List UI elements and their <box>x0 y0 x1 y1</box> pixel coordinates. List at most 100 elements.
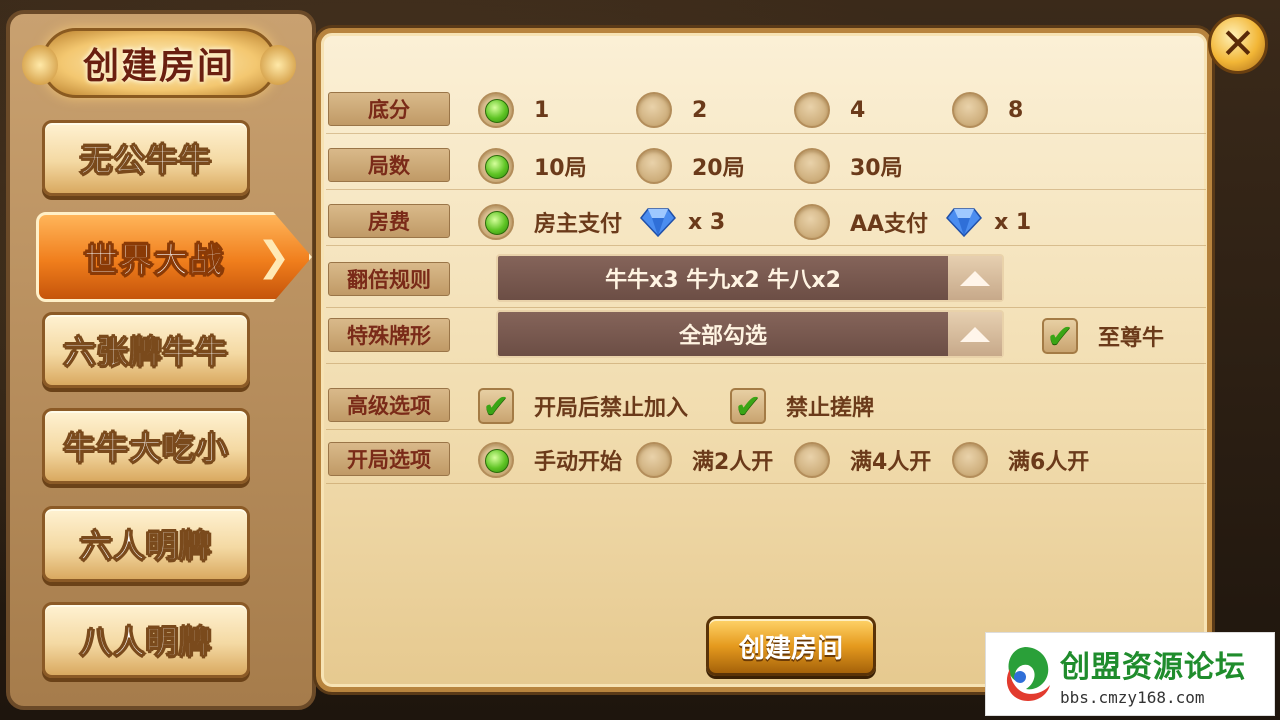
watermark-url: bbs.cmzy168.com <box>1060 687 1205 707</box>
row-special-hands: 特殊牌形 全部勾选 ✔ 至尊牛 <box>326 308 1206 364</box>
option-label: 满4人开 <box>850 450 932 475</box>
radio-selected-icon <box>478 92 514 128</box>
row-label: 局数 <box>328 148 450 182</box>
radio-option[interactable]: 满4人开 <box>794 440 931 480</box>
row-double-rules: 翻倍规则 牛牛x3 牛九x2 牛八x2 <box>326 252 1206 308</box>
create-room-label: 创建房间 <box>738 633 843 664</box>
title-plate: 创建房间 <box>14 20 304 106</box>
option-label: 满6人开 <box>1008 450 1090 475</box>
checkbox-checked-icon: ✔ <box>1042 318 1078 354</box>
special-hands-dropdown[interactable]: 全部勾选 <box>496 310 1004 358</box>
mode-button-label: 六人明牌 <box>79 527 212 566</box>
mode-button-label: 六张牌牛牛 <box>63 333 229 372</box>
checkbox-option[interactable]: ✔ 至尊牛 <box>1042 316 1164 356</box>
option-label: 8 <box>1008 97 1024 123</box>
watermark: 创盟资源论坛 bbs.cmzy168.com <box>985 632 1275 716</box>
radio-option[interactable]: 手动开始 <box>478 440 622 480</box>
row-label: 房费 <box>328 204 450 238</box>
mode-button-label: 八人明牌 <box>79 623 212 662</box>
option-label: 房主支付 <box>534 212 623 237</box>
radio-selected-icon <box>478 204 514 240</box>
radio-icon <box>636 442 672 478</box>
diamond-cost: x 3 <box>688 209 726 235</box>
chevron-right-icon: ❯ <box>257 234 291 280</box>
row-label: 底分 <box>328 92 450 126</box>
mode-button-shijie-dazhan[interactable]: 世界大战 ❯ <box>36 212 312 302</box>
option-label: 满2人开 <box>692 450 774 475</box>
checkbox-option[interactable]: ✔ 开局后禁止加入 <box>478 386 688 426</box>
watermark-title: 创盟资源论坛 <box>1060 649 1246 685</box>
mode-button-niuniu-dachixiao[interactable]: 牛牛大吃小 <box>42 408 250 484</box>
diamond-cost: x 1 <box>994 209 1032 235</box>
option-label: 禁止搓牌 <box>786 396 875 421</box>
radio-icon <box>794 204 830 240</box>
mode-button-liuren-mingpai[interactable]: 六人明牌 <box>42 506 250 582</box>
checkbox-option[interactable]: ✔ 禁止搓牌 <box>730 386 874 426</box>
arrow-up-icon <box>960 326 990 342</box>
close-button[interactable]: ✕ <box>1208 14 1268 74</box>
diamond-icon <box>640 207 677 237</box>
row-label: 特殊牌形 <box>328 318 450 352</box>
row-advanced: 高级选项 ✔ 开局后禁止加入 ✔ 禁止搓牌 <box>326 382 1206 430</box>
dropdown-toggle[interactable] <box>948 256 1002 300</box>
option-label: AA支付 <box>850 212 929 237</box>
arrow-up-icon <box>960 270 990 286</box>
radio-option[interactable]: 房主支付 x 3 <box>478 202 725 242</box>
dropdown-value: 全部勾选 <box>678 324 767 349</box>
radio-icon <box>952 442 988 478</box>
radio-option[interactable]: 4 <box>794 90 865 130</box>
radio-option[interactable]: 满2人开 <box>636 440 773 480</box>
checkbox-checked-icon: ✔ <box>478 388 514 424</box>
mode-button-label: 牛牛大吃小 <box>63 429 229 468</box>
radio-option[interactable]: 10局 <box>478 146 587 186</box>
option-label: 1 <box>534 97 550 123</box>
mode-button-baren-mingpai[interactable]: 八人明牌 <box>42 602 250 678</box>
title-badge: 创建房间 <box>22 28 296 98</box>
mode-button-liuzhangpai-niuniu[interactable]: 六张牌牛牛 <box>42 312 250 388</box>
forum-logo-icon <box>990 639 1060 709</box>
option-label: 2 <box>692 97 708 123</box>
checkbox-checked-icon: ✔ <box>730 388 766 424</box>
row-rounds: 局数 10局 20局 30局 <box>326 142 1206 190</box>
row-label: 高级选项 <box>328 388 450 422</box>
page-title: 创建房间 <box>82 46 235 87</box>
option-label: 至尊牛 <box>1098 326 1165 351</box>
radio-icon <box>636 148 672 184</box>
option-label: 10局 <box>534 156 587 181</box>
row-start-options: 开局选项 手动开始 满2人开 满4人开 满6人开 <box>326 436 1206 484</box>
diamond-icon <box>946 207 983 237</box>
mode-button-label: 无公牛牛 <box>79 141 212 180</box>
radio-option[interactable]: 满6人开 <box>952 440 1089 480</box>
row-label: 开局选项 <box>328 442 450 476</box>
radio-option[interactable]: 1 <box>478 90 549 130</box>
row-base-score: 底分 1 2 4 8 <box>326 86 1206 134</box>
mode-button-label: 世界大战 <box>84 240 224 281</box>
dragon-icon-left <box>22 45 58 85</box>
option-label: 30局 <box>850 156 903 181</box>
row-fee: 房费 房主支付 x 3 AA支付 x 1 <box>326 198 1206 246</box>
radio-option[interactable]: AA支付 x 1 <box>794 202 1031 242</box>
radio-icon <box>636 92 672 128</box>
radio-option[interactable]: 8 <box>952 90 1023 130</box>
row-label: 翻倍规则 <box>328 262 450 296</box>
radio-icon <box>794 442 830 478</box>
dropdown-value: 牛牛x3 牛九x2 牛八x2 <box>605 268 841 293</box>
radio-option[interactable]: 2 <box>636 90 707 130</box>
radio-icon <box>952 92 988 128</box>
close-icon: ✕ <box>1220 19 1256 68</box>
radio-selected-icon <box>478 442 514 478</box>
radio-icon <box>794 148 830 184</box>
option-label: 开局后禁止加入 <box>534 396 689 421</box>
dragon-icon-right <box>260 45 296 85</box>
option-label: 4 <box>850 97 866 123</box>
create-room-button[interactable]: 创建房间 <box>706 616 876 676</box>
double-rules-dropdown[interactable]: 牛牛x3 牛九x2 牛八x2 <box>496 254 1004 302</box>
radio-option[interactable]: 30局 <box>794 146 903 186</box>
dropdown-toggle[interactable] <box>948 312 1002 356</box>
radio-icon <box>794 92 830 128</box>
mode-button-wugong-niuniu[interactable]: 无公牛牛 <box>42 120 250 196</box>
radio-selected-icon <box>478 148 514 184</box>
option-label: 手动开始 <box>534 450 623 475</box>
radio-option[interactable]: 20局 <box>636 146 745 186</box>
option-label: 20局 <box>692 156 745 181</box>
